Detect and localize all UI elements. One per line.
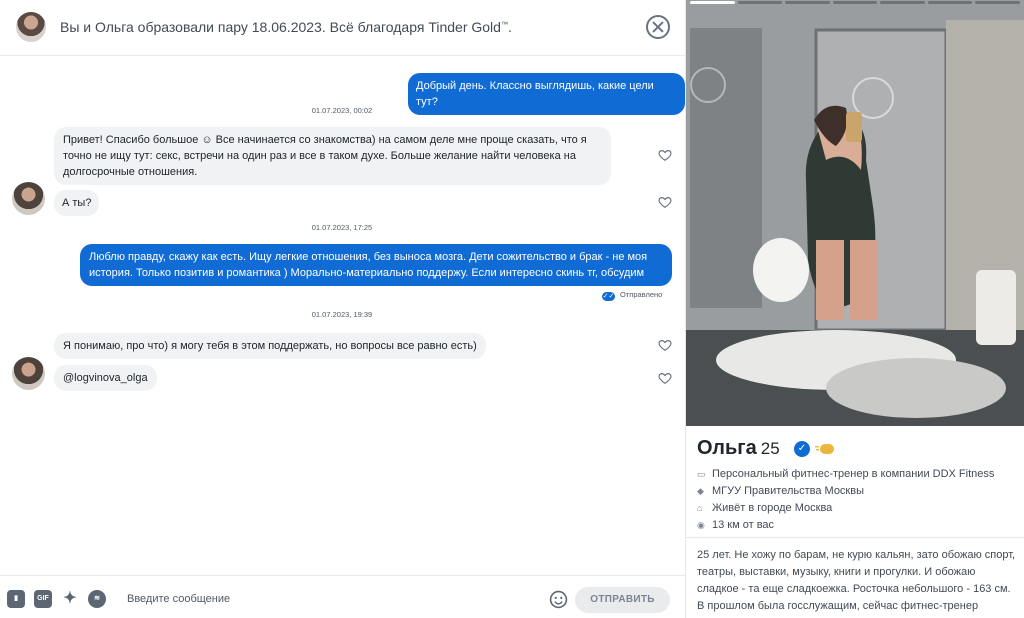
spotify-icon[interactable]: ≋ [88, 590, 106, 608]
profile-school: МГУУ Правительства Москвы [712, 485, 864, 497]
profile-name: Ольга [697, 437, 757, 459]
match-avatar[interactable] [12, 357, 45, 390]
gold-badge-icon [815, 444, 834, 454]
sticker-icon[interactable]: ▮ [7, 590, 25, 608]
location-pin-icon: ◉ [697, 520, 705, 530]
verified-icon: ✓ [794, 441, 810, 457]
profile-job: Персональный фитнес-тренер в компании DD… [712, 468, 995, 480]
graduation-cap-icon: ◆ [697, 486, 704, 496]
tinder-gold-link[interactable]: Tinder Gold [428, 19, 501, 35]
match-info: Вы и Ольга образовали пару 18.06.2023. В… [60, 19, 512, 35]
message-timestamp: 01.07.2023, 19:39 [311, 310, 373, 319]
message-incoming: Привет! Спасибо большое ☺ Все начинается… [54, 127, 611, 185]
profile-city: Живёт в городе Москва [712, 502, 833, 514]
chat-header: Вы и Ольга образовали пару 18.06.2023. В… [0, 0, 685, 56]
message-timestamp: 01.07.2023, 00:02 [311, 106, 373, 115]
sent-status: ✓✓ Отправлено [602, 290, 662, 301]
sent-check-icon: ✓✓ [602, 292, 615, 301]
chat-panel: Вы и Ольга образовали пару 18.06.2023. В… [0, 0, 686, 618]
heart-icon[interactable] [658, 371, 672, 385]
profile-bio: 25 лет. Не хожу по барам, не курю кальян… [697, 549, 1016, 612]
match-avatar[interactable] [16, 12, 46, 42]
profile-distance: 13 км от вас [712, 519, 775, 531]
profile-job-row: ▭ Персональный фитнес-тренер в компании D… [697, 468, 994, 480]
message-incoming: Я понимаю, про что) я могу тебя в этом п… [54, 333, 486, 359]
message-input[interactable] [118, 587, 538, 611]
profile-distance-row: ◉ 13 км от вас [697, 519, 774, 531]
close-icon[interactable] [646, 15, 670, 39]
match-text: Вы и Ольга образовали пару 18.06.2023. В… [60, 19, 425, 35]
home-icon: ⌂ [697, 503, 703, 513]
message-incoming: А ты? [54, 190, 100, 216]
profile-panel: Ольга 25 ✓ ▭ Персональный фитнес-тренер в … [686, 0, 1024, 618]
gif-icon[interactable]: GIF [34, 590, 52, 608]
profile-photo-image [686, 0, 1024, 426]
message-outgoing: Люблю правду, скажу как есть. Ищу легкие… [80, 244, 672, 286]
briefcase-icon: ▭ [697, 469, 706, 479]
sent-status-label: Отправлено [620, 290, 663, 299]
photo-progress-bars [690, 1, 1021, 4]
message-incoming: @logvinova_olga [54, 365, 157, 391]
profile-school-row: ◆ МГУУ Правительства Москвы [697, 485, 864, 497]
message-outgoing: Добрый день. Классно выглядишь, какие це… [408, 73, 685, 115]
match-text-period: . [507, 19, 512, 35]
emoji-icon[interactable] [549, 590, 568, 609]
profile-age: 25 [760, 439, 780, 458]
trademark: ™ [500, 21, 508, 29]
send-button[interactable]: ОТПРАВИТЬ [575, 587, 670, 613]
heart-icon[interactable] [658, 148, 672, 162]
message-composer: ▮ GIF ✦ ≋ ОТПРАВИТЬ [0, 575, 685, 618]
profile-photo[interactable] [686, 0, 1024, 426]
heart-icon[interactable] [658, 195, 672, 209]
match-avatar[interactable] [12, 182, 45, 215]
profile-name-row: Ольга 25 [697, 437, 780, 460]
profile-city-row: ⌂ Живёт в городе Москва [697, 502, 832, 514]
profile-info: Ольга 25 ✓ ▭ Персональный фитнес-тренер в … [686, 426, 1024, 538]
sparkle-icon[interactable]: ✦ [61, 590, 79, 608]
heart-icon[interactable] [658, 338, 672, 352]
message-timestamp: 01.07.2023, 17:25 [311, 223, 373, 232]
